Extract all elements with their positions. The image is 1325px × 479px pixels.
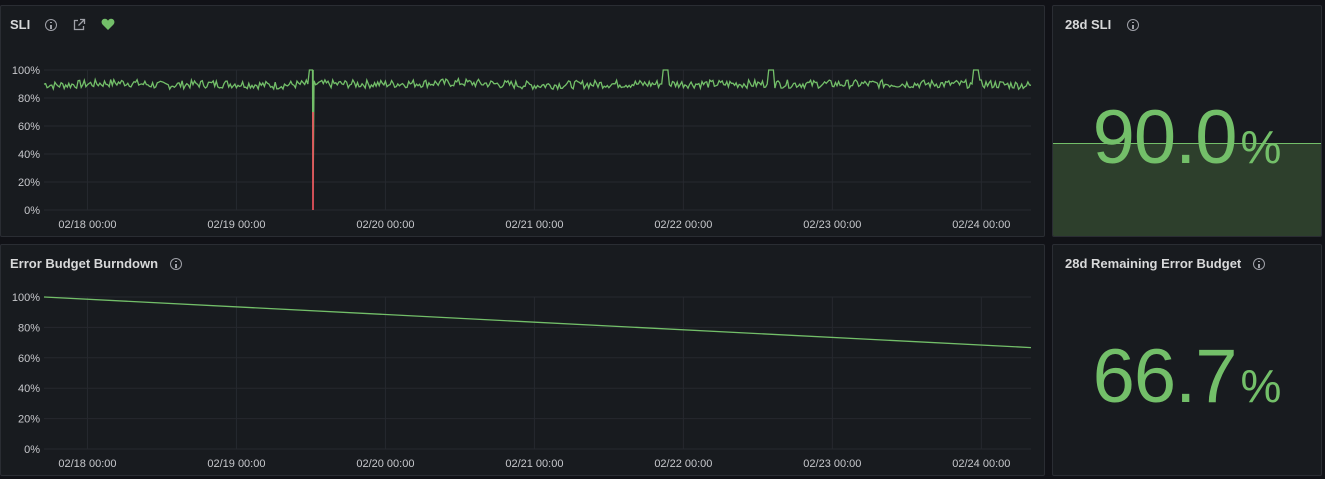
series-line (43, 296, 1032, 349)
info-icon[interactable] (1253, 258, 1265, 270)
sli-chart: 0% 20% 40% 60% 80% 100% 02/18 00:00 02/19 00:00… (12, 65, 1032, 231)
y-tick-label: 40% (18, 383, 40, 395)
y-tick-label: 100% (12, 65, 40, 77)
y-tick-label: 20% (18, 177, 40, 189)
y-tick-label: 0% (24, 205, 40, 217)
y-tick-label: 100% (12, 292, 40, 304)
y-tick-label: 60% (18, 353, 40, 365)
remaining-budget-stat: 66.7% (1053, 333, 1321, 420)
remaining-budget-panel: 28d Remaining Error Budget 66.7% (1052, 244, 1322, 476)
burndown-chart: 0% 20% 40% 60% 80% 100% 02/18 00:00 02/19 00:00… (12, 292, 1032, 470)
y-tick-label: 80% (18, 322, 40, 334)
sli-28d-stat: 90.0% (1053, 94, 1321, 181)
x-tick-label: 02/21 00:00 (505, 458, 563, 470)
sli-28d-panel: 28d SLI 90.0% (1052, 5, 1322, 237)
remaining-budget-title[interactable]: 28d Remaining Error Budget (1065, 256, 1241, 271)
x-tick-label: 02/23 00:00 (803, 219, 861, 231)
x-tick-label: 02/19 00:00 (207, 219, 265, 231)
sli-28d-value: 90.0 (1092, 95, 1238, 180)
y-tick-label: 80% (18, 93, 40, 105)
x-tick-label: 02/22 00:00 (654, 219, 712, 231)
x-tick-label: 02/18 00:00 (58, 458, 116, 470)
y-tick-label: 60% (18, 121, 40, 133)
sli-28d-unit: % (1240, 121, 1282, 173)
y-tick-label: 40% (18, 149, 40, 161)
x-tick-label: 02/20 00:00 (356, 458, 414, 470)
y-tick-label: 0% (24, 444, 40, 456)
remaining-budget-value: 66.7 (1092, 334, 1238, 419)
burndown-panel: Error Budget Burndown 0% 20% 40% 60% 80% 100%… (0, 244, 1045, 476)
x-tick-label: 02/21 00:00 (505, 219, 563, 231)
remaining-budget-unit: % (1240, 360, 1282, 412)
x-tick-label: 02/24 00:00 (952, 458, 1010, 470)
x-tick-label: 02/23 00:00 (803, 458, 861, 470)
sli-panel: SLI 0% 20% 40% 60% 80% 100% 02/18 00:00 02/19 0… (0, 5, 1045, 237)
info-icon[interactable] (1127, 19, 1139, 31)
sli-28d-title[interactable]: 28d SLI (1065, 17, 1111, 32)
x-tick-label: 02/18 00:00 (58, 219, 116, 231)
y-tick-label: 20% (18, 414, 40, 426)
x-tick-label: 02/24 00:00 (952, 219, 1010, 231)
x-tick-label: 02/22 00:00 (654, 458, 712, 470)
x-tick-label: 02/20 00:00 (356, 219, 414, 231)
series-line (43, 69, 1032, 211)
x-tick-label: 02/19 00:00 (207, 458, 265, 470)
